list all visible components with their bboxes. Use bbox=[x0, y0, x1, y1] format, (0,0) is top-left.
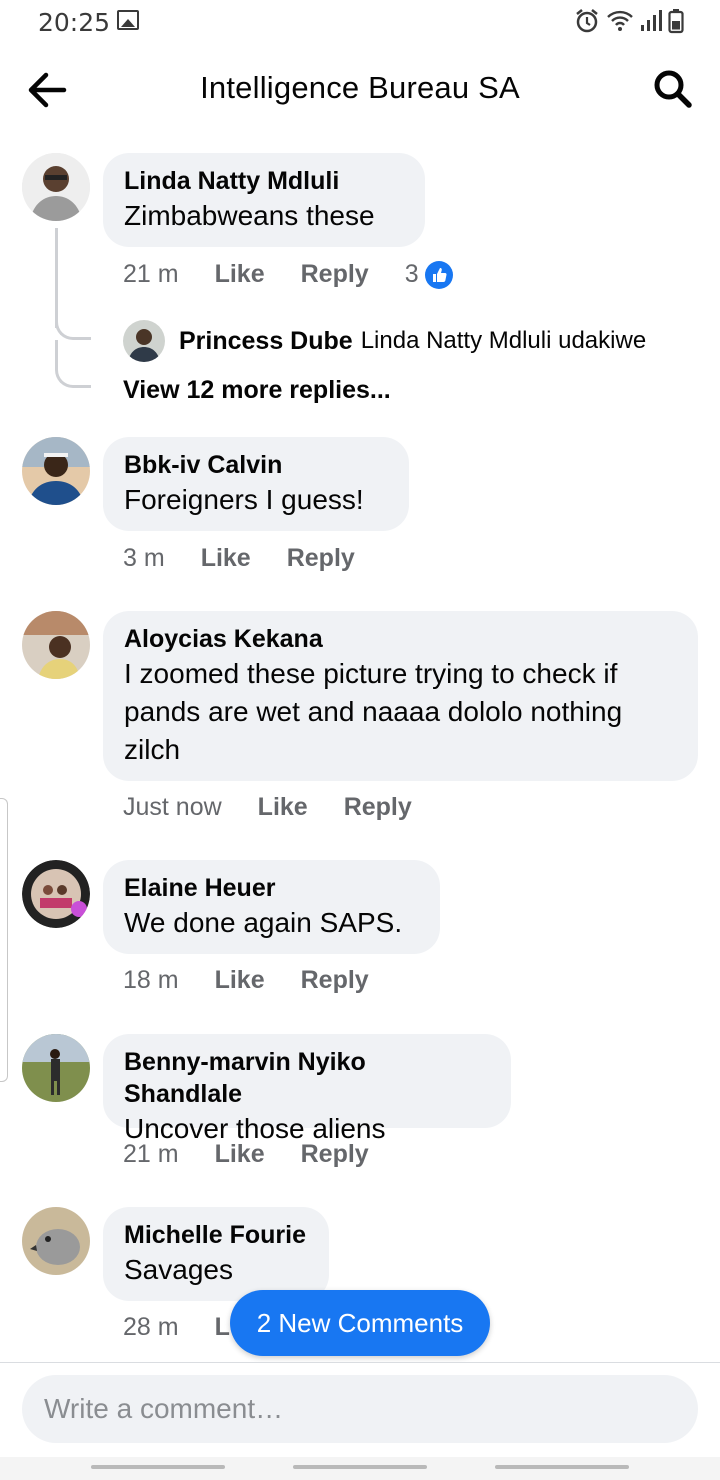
search-button[interactable] bbox=[652, 68, 694, 110]
home-button[interactable] bbox=[293, 1465, 427, 1469]
like-button[interactable]: Like bbox=[258, 793, 308, 822]
search-icon bbox=[654, 70, 692, 108]
view-more-replies-link[interactable]: View 12 more replies... bbox=[123, 376, 391, 405]
comment-bubble: Benny-marvin Nyiko Shandlale Uncover tho… bbox=[103, 1034, 511, 1144]
like-count: 3 bbox=[404, 260, 419, 288]
avatar[interactable] bbox=[22, 437, 90, 505]
reply-button[interactable]: Reply bbox=[301, 260, 369, 289]
comment-text-line: zilch bbox=[124, 734, 181, 765]
comment-bubble: Elaine Heuer We done again SAPS. bbox=[103, 860, 440, 954]
thumbs-up-icon bbox=[424, 260, 453, 289]
comment-text: We done again SAPS. bbox=[124, 907, 403, 938]
like-button[interactable]: Like bbox=[215, 1140, 265, 1169]
comment-bubble: Linda Natty Mdluli Zimbabweans these bbox=[103, 153, 425, 247]
reply-button[interactable]: Reply bbox=[287, 544, 355, 573]
reply-preview[interactable]: Princess Dube Linda Natty Mdluli udakiwe bbox=[123, 320, 646, 362]
alarm-icon bbox=[576, 9, 598, 33]
comment-text: Savages bbox=[124, 1254, 233, 1285]
comment-author[interactable]: Aloycias Kekana bbox=[124, 623, 677, 655]
reply-button[interactable]: Reply bbox=[344, 793, 412, 822]
like-button[interactable]: Like bbox=[215, 260, 265, 289]
comment-text: Foreigners I guess! bbox=[124, 484, 364, 515]
comment-author[interactable]: Linda Natty Mdluli bbox=[124, 165, 404, 197]
recents-button[interactable] bbox=[91, 1465, 225, 1469]
comment-text-line: pands are wet and naaaa dololo nothing bbox=[124, 696, 623, 727]
avatar[interactable] bbox=[123, 320, 165, 362]
navigation-bar bbox=[0, 1457, 720, 1480]
thread-connector bbox=[55, 340, 91, 388]
signal-icon bbox=[641, 10, 662, 31]
comment-author[interactable]: Michelle Fourie bbox=[124, 1219, 308, 1251]
avatar[interactable] bbox=[22, 860, 90, 928]
comment-time[interactable]: 21 m bbox=[123, 260, 179, 289]
avatar[interactable] bbox=[22, 611, 90, 679]
page-title: Intelligence Bureau SA bbox=[200, 70, 520, 105]
reaction-count[interactable]: 3 bbox=[405, 260, 453, 289]
avatar[interactable] bbox=[22, 1034, 90, 1102]
thread-line bbox=[55, 228, 58, 328]
comment-bubble: Michelle Fourie Savages bbox=[103, 1207, 329, 1301]
status-bar: 20:25 bbox=[0, 0, 720, 44]
status-icons bbox=[574, 8, 684, 34]
comment-input[interactable] bbox=[22, 1375, 698, 1443]
comment-time[interactable]: 21 m bbox=[123, 1140, 179, 1169]
comment-text: Zimbabweans these bbox=[124, 200, 375, 231]
comment-time[interactable]: Just now bbox=[123, 793, 222, 822]
status-time: 20:25 bbox=[38, 8, 111, 37]
reply-text: Linda Natty Mdluli udakiwe bbox=[360, 327, 647, 354]
app-header: Intelligence Bureau SA bbox=[0, 50, 720, 130]
comment-bubble: Bbk-iv Calvin Foreigners I guess! bbox=[103, 437, 409, 531]
comment-time[interactable]: 28 m bbox=[123, 1313, 179, 1342]
back-nav-button[interactable] bbox=[495, 1465, 629, 1469]
avatar[interactable] bbox=[22, 1207, 90, 1275]
like-button[interactable]: L bbox=[215, 1313, 230, 1342]
comment-actions: 3 m Like Reply bbox=[123, 544, 391, 573]
comment-author[interactable]: Benny-marvin Nyiko Shandlale bbox=[124, 1046, 490, 1110]
reply-button[interactable]: Reply bbox=[301, 966, 369, 995]
comment-time[interactable]: 3 m bbox=[123, 544, 165, 573]
battery-icon bbox=[668, 9, 684, 34]
comment-actions: 21 m Like Reply 3 bbox=[123, 260, 453, 289]
image-icon bbox=[117, 10, 139, 30]
like-button[interactable]: Like bbox=[201, 544, 251, 573]
new-comments-button[interactable]: 2 New Comments bbox=[230, 1290, 490, 1356]
reply-author[interactable]: Princess Dube bbox=[179, 327, 353, 356]
comment-author[interactable]: Bbk-iv Calvin bbox=[124, 449, 388, 481]
reply-button[interactable]: Reply bbox=[301, 1140, 369, 1169]
comment-actions: Just now Like Reply bbox=[123, 793, 448, 822]
comment-actions: 18 m Like Reply bbox=[123, 966, 405, 995]
comment-author[interactable]: Elaine Heuer bbox=[124, 872, 419, 904]
edge-panel-handle[interactable] bbox=[0, 798, 8, 1082]
wifi-icon bbox=[607, 10, 633, 31]
comment-time[interactable]: 18 m bbox=[123, 966, 179, 995]
thread-connector bbox=[55, 318, 91, 340]
avatar[interactable] bbox=[22, 153, 90, 221]
comment-actions: 21 m Like Reply bbox=[123, 1140, 405, 1169]
comment-text-line: I zoomed these picture trying to check i… bbox=[124, 658, 618, 689]
like-button[interactable]: Like bbox=[215, 966, 265, 995]
comment-bubble: Aloycias Kekana I zoomed these picture t… bbox=[103, 611, 698, 781]
comment-composer bbox=[0, 1362, 720, 1457]
